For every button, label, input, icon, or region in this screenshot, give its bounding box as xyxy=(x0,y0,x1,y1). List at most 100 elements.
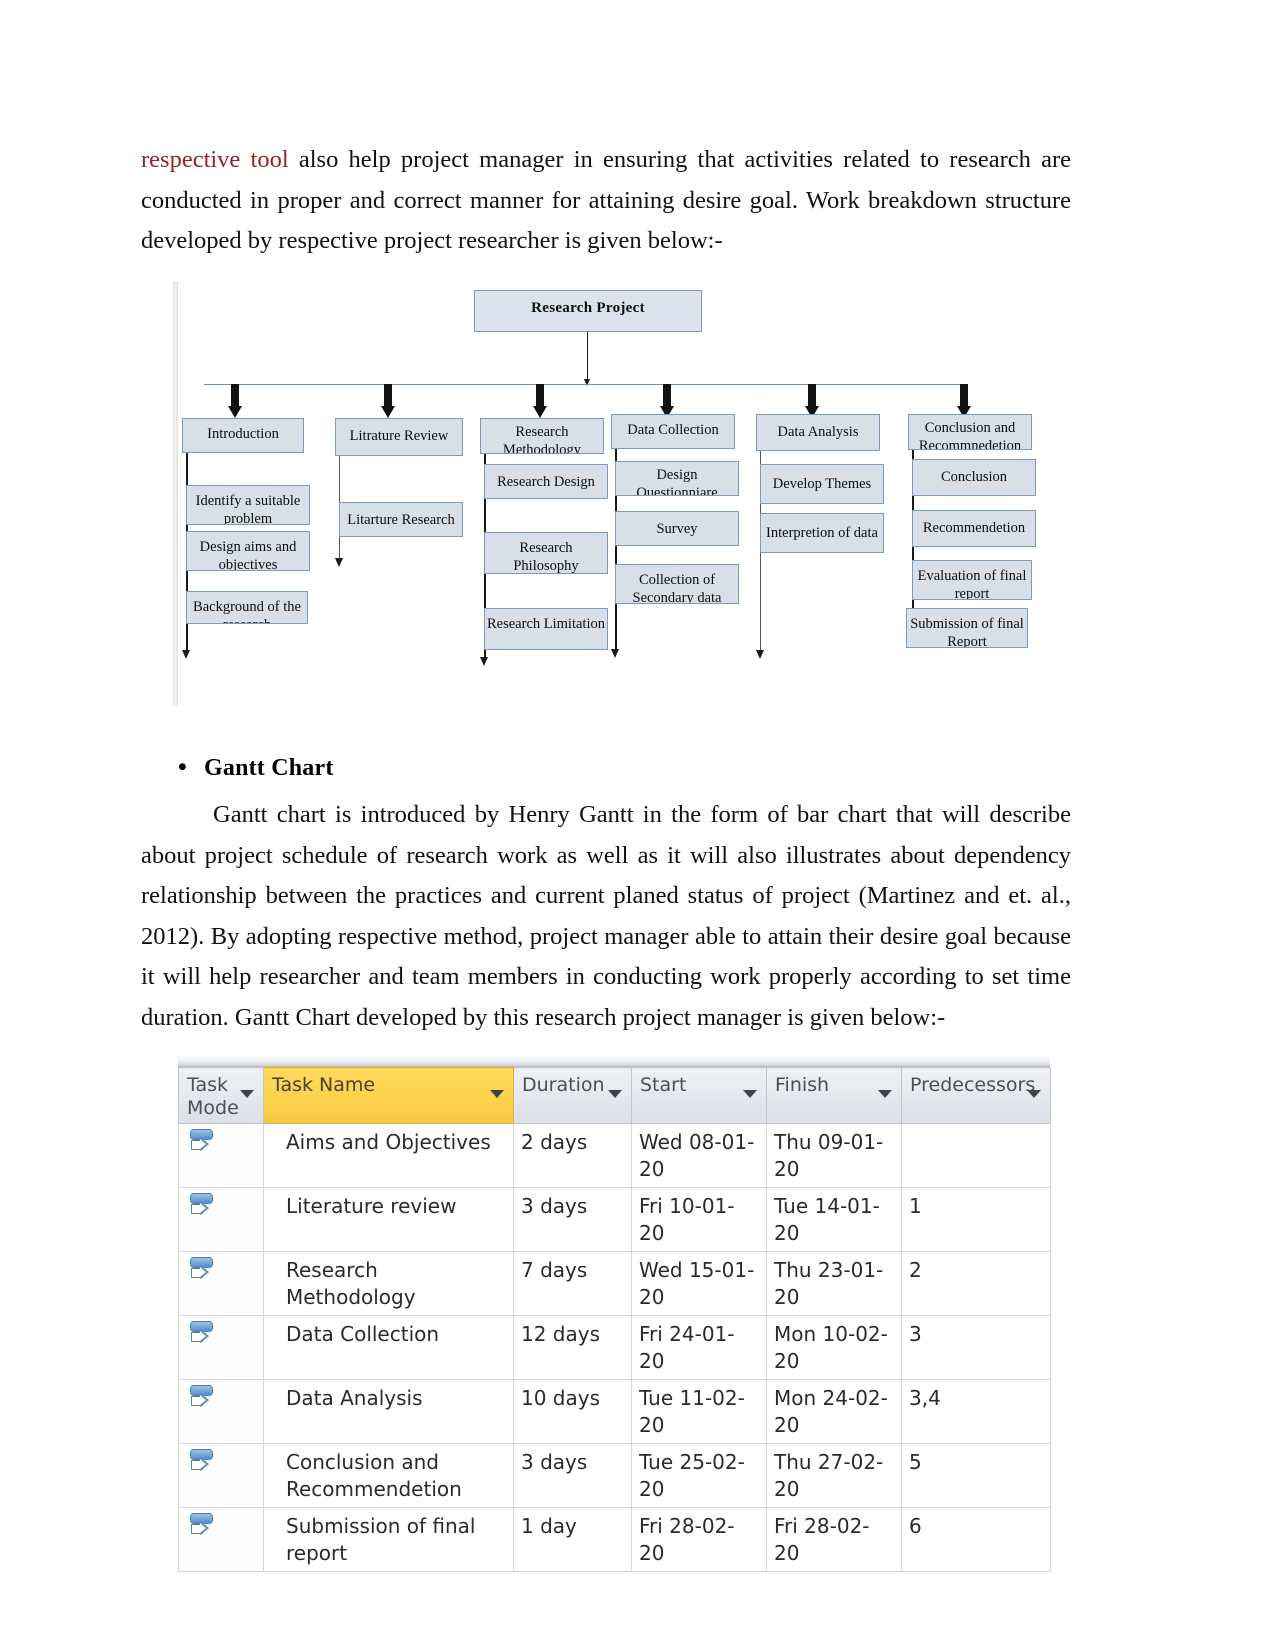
work-breakdown-structure-diagram: Research Project Introduction Identify a… xyxy=(173,281,1053,706)
wbs-leaf-box-6-3: Evaluation of final report xyxy=(912,560,1032,600)
predecessors-cell[interactable]: 2 xyxy=(901,1251,1051,1316)
finish-date-cell[interactable]: Thu 27-02-20 xyxy=(766,1443,902,1508)
gantt-chart-heading-label: Gantt Chart xyxy=(204,755,334,781)
table-row[interactable]: Literature review 3 days Fri 10-01-20 Tue 1… xyxy=(178,1187,1051,1252)
start-date-cell[interactable]: Wed 15-01-20 xyxy=(631,1251,767,1316)
wbs-leaf-box-6-2: Recommendetion xyxy=(912,510,1036,547)
wbs-branch-box-4: Data Collection xyxy=(611,414,735,449)
finish-date-cell[interactable]: Fri 28-02-20 xyxy=(766,1507,902,1572)
column-header-start-label: Start xyxy=(640,1074,687,1096)
task-name-cell[interactable]: Aims and Objectives xyxy=(263,1123,514,1188)
task-mode-cell[interactable] xyxy=(178,1379,264,1444)
table-row[interactable]: Submission of final report 1 day Fri 28-02… xyxy=(178,1507,1051,1572)
column-header-task-name[interactable]: Task Name xyxy=(263,1067,514,1124)
task-name-cell[interactable]: Submission of final report xyxy=(263,1507,514,1572)
column-rail-1-arrowhead xyxy=(182,650,190,659)
column-rail-3-arrowhead xyxy=(480,657,488,666)
auto-scheduled-icon xyxy=(189,1320,215,1346)
predecessors-cell[interactable]: 5 xyxy=(901,1443,1051,1508)
predecessors-cell[interactable] xyxy=(901,1123,1051,1188)
auto-scheduled-icon xyxy=(189,1512,215,1538)
document-page: respective tool also help project manage… xyxy=(0,0,1275,1651)
wbs-leaf-box-4-1: Design Questionniare xyxy=(615,461,739,496)
gantt-chart-heading: • Gantt Chart xyxy=(178,755,334,782)
table-header-row: Task Mode Task Name Duration Start Finis… xyxy=(178,1067,1051,1124)
table-row[interactable]: Data Collection 12 days Fri 24-01-20 Mon 10… xyxy=(178,1315,1051,1380)
task-mode-cell[interactable] xyxy=(178,1123,264,1188)
wbs-branch-box-5: Data Analysis xyxy=(756,414,880,451)
finish-date-cell[interactable]: Thu 09-01-20 xyxy=(766,1123,902,1188)
task-name-cell[interactable]: Data Collection xyxy=(263,1315,514,1380)
column-header-finish-label: Finish xyxy=(775,1074,830,1096)
duration-cell[interactable]: 3 days xyxy=(513,1187,632,1252)
finish-date-cell[interactable]: Tue 14-01-20 xyxy=(766,1187,902,1252)
wbs-branch-box-3: Research Methodology xyxy=(480,418,604,454)
branch-arrow-2 xyxy=(381,384,395,418)
column-header-duration[interactable]: Duration xyxy=(513,1067,632,1124)
predecessors-cell[interactable]: 3,4 xyxy=(901,1379,1051,1444)
diagram-frame-edge xyxy=(173,281,178,706)
duration-cell[interactable]: 2 days xyxy=(513,1123,632,1188)
duration-cell[interactable]: 1 day xyxy=(513,1507,632,1572)
chevron-down-icon[interactable] xyxy=(490,1090,504,1098)
paragraph-intro: respective tool also help project manage… xyxy=(141,140,1071,262)
start-date-cell[interactable]: Tue 25-02-20 xyxy=(631,1443,767,1508)
table-row[interactable]: Data Analysis 10 days Tue 11-02-20 Mon 24-0… xyxy=(178,1379,1051,1444)
branch-arrow-3 xyxy=(533,384,547,418)
wbs-root-box: Research Project xyxy=(474,290,702,332)
start-date-cell[interactable]: Fri 24-01-20 xyxy=(631,1315,767,1380)
column-header-predecessors[interactable]: Predecessors xyxy=(901,1067,1051,1124)
wbs-leaf-box-4-3: Collection of Secondary data xyxy=(615,564,739,604)
duration-cell[interactable]: 7 days xyxy=(513,1251,632,1316)
column-header-finish[interactable]: Finish xyxy=(766,1067,902,1124)
start-date-cell[interactable]: Fri 10-01-20 xyxy=(631,1187,767,1252)
column-rail-2-arrowhead xyxy=(335,558,343,567)
start-date-cell[interactable]: Fri 28-02-20 xyxy=(631,1507,767,1572)
chevron-down-icon[interactable] xyxy=(743,1090,757,1098)
task-name-cell[interactable]: Data Analysis xyxy=(263,1379,514,1444)
duration-cell[interactable]: 10 days xyxy=(513,1379,632,1444)
branch-arrow-1 xyxy=(228,384,242,418)
chevron-down-icon[interactable] xyxy=(240,1090,254,1098)
wbs-branch-box-2: Litrature Review xyxy=(335,418,463,456)
chevron-down-icon[interactable] xyxy=(878,1090,892,1098)
table-top-rail xyxy=(178,1055,1050,1067)
predecessors-cell[interactable]: 1 xyxy=(901,1187,1051,1252)
auto-scheduled-icon xyxy=(189,1192,215,1218)
task-name-cell[interactable]: Research Methodology xyxy=(263,1251,514,1316)
start-date-cell[interactable]: Tue 11-02-20 xyxy=(631,1379,767,1444)
table-row[interactable]: Conclusion and Recommendetion 3 days Tue 2… xyxy=(178,1443,1051,1508)
auto-scheduled-icon xyxy=(189,1384,215,1410)
wbs-branch-box-1: Introduction xyxy=(182,418,304,453)
task-mode-cell[interactable] xyxy=(178,1507,264,1572)
task-name-cell[interactable]: Literature review xyxy=(263,1187,514,1252)
start-date-cell[interactable]: Wed 08-01-20 xyxy=(631,1123,767,1188)
branch-arrow-6 xyxy=(957,384,971,418)
table-row[interactable]: Aims and Objectives 2 days Wed 08-01-20 Thu… xyxy=(178,1123,1051,1188)
task-mode-cell[interactable] xyxy=(178,1443,264,1508)
wbs-leaf-box-3-3: Research Limitation xyxy=(484,608,608,650)
finish-date-cell[interactable]: Mon 10-02-20 xyxy=(766,1315,902,1380)
predecessors-cell[interactable]: 3 xyxy=(901,1315,1051,1380)
task-mode-cell[interactable] xyxy=(178,1187,264,1252)
finish-date-cell[interactable]: Mon 24-02-20 xyxy=(766,1379,902,1444)
task-mode-cell[interactable] xyxy=(178,1251,264,1316)
bullet-marker: • xyxy=(178,754,187,781)
column-header-task-mode[interactable]: Task Mode xyxy=(178,1067,264,1124)
project-table-body: Aims and Objectives 2 days Wed 08-01-20 Thu… xyxy=(178,1123,1051,1572)
auto-scheduled-icon xyxy=(189,1128,215,1154)
task-name-cell[interactable]: Conclusion and Recommendetion xyxy=(263,1443,514,1508)
predecessors-cell[interactable]: 6 xyxy=(901,1507,1051,1572)
auto-scheduled-icon xyxy=(189,1448,215,1474)
finish-date-cell[interactable]: Thu 23-01-20 xyxy=(766,1251,902,1316)
duration-cell[interactable]: 3 days xyxy=(513,1443,632,1508)
chevron-down-icon[interactable] xyxy=(608,1090,622,1098)
auto-scheduled-icon xyxy=(189,1256,215,1282)
column-header-start[interactable]: Start xyxy=(631,1067,767,1124)
duration-cell[interactable]: 12 days xyxy=(513,1315,632,1380)
table-row[interactable]: Research Methodology 7 days Wed 15-01-20 Th… xyxy=(178,1251,1051,1316)
highlighted-lead-text: respective tool xyxy=(141,146,289,173)
task-mode-cell[interactable] xyxy=(178,1315,264,1380)
wbs-leaf-box-1-2: Design aims and objectives xyxy=(186,531,310,571)
chevron-down-icon[interactable] xyxy=(1027,1090,1041,1098)
